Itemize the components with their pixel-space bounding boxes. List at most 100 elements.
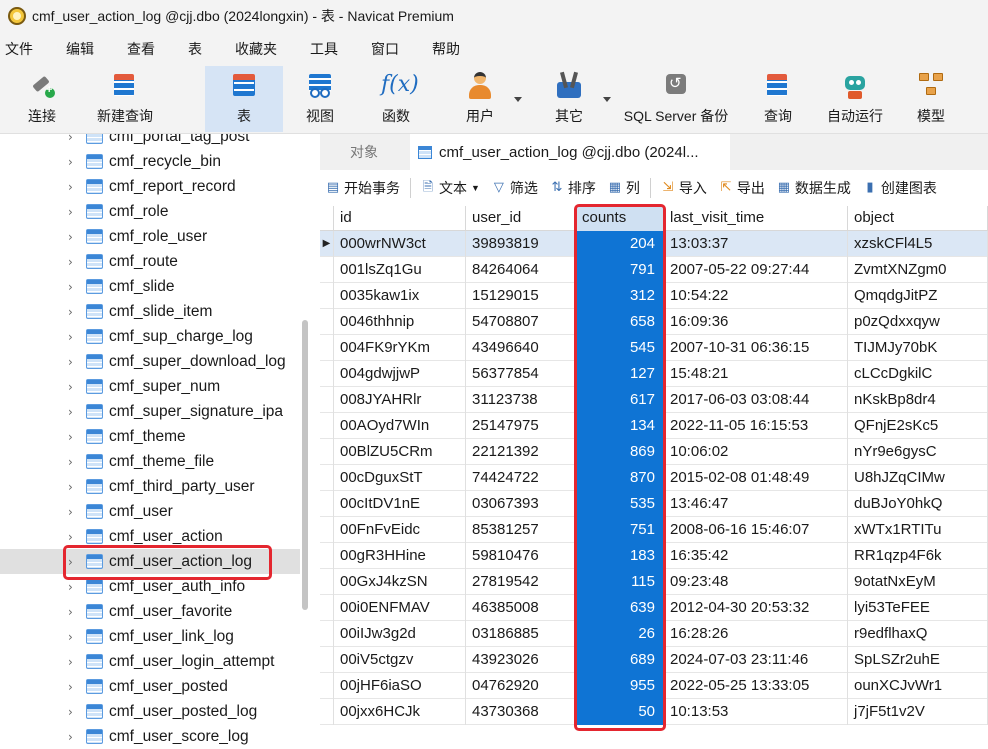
cell-last-visit-time[interactable]: 2007-05-22 09:27:44 — [664, 257, 848, 283]
chevron-right-icon[interactable]: › — [68, 455, 80, 469]
begin-transaction-button[interactable]: ▤ 开始事务 — [326, 178, 400, 198]
user-button[interactable]: 用户 — [452, 66, 508, 132]
other-button[interactable]: 其它 — [540, 66, 598, 132]
cell-object[interactable]: TIJMJy70bK — [848, 335, 988, 361]
cell-last-visit-time[interactable]: 13:03:37 — [664, 231, 848, 257]
tree-item[interactable]: › cmf_route — [0, 249, 300, 274]
cell-id[interactable]: 004FK9rYKm — [334, 335, 466, 361]
menu-view[interactable]: 查看 — [122, 39, 167, 59]
cell-user-id[interactable]: 85381257 — [466, 517, 576, 543]
cell-user-id[interactable]: 56377854 — [466, 361, 576, 387]
cell-user-id[interactable]: 39893819 — [466, 231, 576, 257]
tree-item[interactable]: › cmf_third_party_user — [0, 474, 300, 499]
sort-button[interactable]: ⇅ 排序 — [550, 178, 595, 198]
filter-button[interactable]: ▽ 筛选 — [492, 178, 538, 198]
chevron-right-icon[interactable]: › — [68, 480, 80, 494]
chevron-right-icon[interactable]: › — [68, 205, 80, 219]
cell-id[interactable]: 00iV5ctgzv — [334, 647, 466, 673]
cell-id[interactable]: 00cDguxStT — [334, 465, 466, 491]
cell-user-id[interactable]: 59810476 — [466, 543, 576, 569]
cell-user-id[interactable]: 43496640 — [466, 335, 576, 361]
cell-object[interactable]: lyi53TeFEE — [848, 595, 988, 621]
chevron-right-icon[interactable]: › — [68, 155, 80, 169]
chevron-right-icon[interactable]: › — [68, 230, 80, 244]
cell-id[interactable]: 004gdwjjwP — [334, 361, 466, 387]
cell-id[interactable]: 008JYAHRlr — [334, 387, 466, 413]
export-button[interactable]: ⇱ 导出 — [719, 178, 764, 198]
tree-item[interactable]: › cmf_role — [0, 199, 300, 224]
tree-item[interactable]: › cmf_super_signature_ipa — [0, 399, 300, 424]
cell-object[interactable]: cLCcDgkilC — [848, 361, 988, 387]
import-button[interactable]: ⇲ 导入 — [661, 178, 706, 198]
chevron-right-icon[interactable]: › — [68, 505, 80, 519]
cell-id[interactable]: 00jHF6iaSO — [334, 673, 466, 699]
chevron-right-icon[interactable]: › — [68, 680, 80, 694]
data-generation-button[interactable]: ▦ 数据生成 — [777, 178, 851, 198]
tree-item[interactable]: › cmf_role_user — [0, 224, 300, 249]
cell-user-id[interactable]: 84264064 — [466, 257, 576, 283]
cell-user-id[interactable]: 03067393 — [466, 491, 576, 517]
cell-id[interactable]: 00jxx6HCJk — [334, 699, 466, 725]
cell-last-visit-time[interactable]: 2024-07-03 23:11:46 — [664, 647, 848, 673]
tree-item[interactable]: › cmf_sup_charge_log — [0, 324, 300, 349]
column-header-last-visit-time[interactable]: last_visit_time — [664, 206, 848, 231]
cell-object[interactable]: xWTx1RTITu — [848, 517, 988, 543]
chevron-right-icon[interactable]: › — [68, 255, 80, 269]
menu-favorites[interactable]: 收藏夹 — [230, 39, 289, 59]
cell-last-visit-time[interactable]: 16:28:26 — [664, 621, 848, 647]
tree-item[interactable]: › cmf_user — [0, 499, 300, 524]
tree-item[interactable]: › cmf_user_score_log — [0, 724, 300, 749]
cell-user-id[interactable]: 04762920 — [466, 673, 576, 699]
menu-help[interactable]: 帮助 — [427, 39, 472, 59]
cell-last-visit-time[interactable]: 2012-04-30 20:53:32 — [664, 595, 848, 621]
cell-user-id[interactable]: 43730368 — [466, 699, 576, 725]
chevron-right-icon[interactable]: › — [68, 580, 80, 594]
cell-id[interactable]: 00cItDV1nE — [334, 491, 466, 517]
chevron-right-icon[interactable]: › — [68, 705, 80, 719]
chevron-right-icon[interactable]: › — [68, 655, 80, 669]
cell-object[interactable]: r9edflhaxQ — [848, 621, 988, 647]
cell-id[interactable]: 000wrNW3ct — [334, 231, 466, 257]
cell-id[interactable]: 00GxJ4kzSN — [334, 569, 466, 595]
tree-item[interactable]: › cmf_recycle_bin — [0, 149, 300, 174]
cell-object[interactable]: p0zQdxxqyw — [848, 309, 988, 335]
tree-item[interactable]: › cmf_user_login_attempt — [0, 649, 300, 674]
cell-id[interactable]: 0046thhnip — [334, 309, 466, 335]
chevron-right-icon[interactable]: › — [68, 730, 80, 744]
menu-file[interactable]: 文件 — [0, 39, 45, 59]
chevron-right-icon[interactable]: › — [68, 430, 80, 444]
table-button[interactable]: 表 — [205, 66, 283, 132]
cell-last-visit-time[interactable]: 2022-11-05 16:15:53 — [664, 413, 848, 439]
cell-last-visit-time[interactable]: 15:48:21 — [664, 361, 848, 387]
chevron-right-icon[interactable]: › — [68, 280, 80, 294]
cell-id[interactable]: 0035kaw1ix — [334, 283, 466, 309]
new-query-button[interactable]: 新建查询 — [90, 66, 160, 132]
cell-id[interactable]: 00iIJw3g2d — [334, 621, 466, 647]
chevron-right-icon[interactable]: › — [68, 305, 80, 319]
column-header-id[interactable]: id — [334, 206, 466, 231]
chevron-right-icon[interactable]: › — [68, 405, 80, 419]
tab-table-data[interactable]: cmf_user_action_log @cjj.dbo (2024l... — [410, 134, 730, 170]
tree-item[interactable]: › cmf_theme_file — [0, 449, 300, 474]
tree-item[interactable]: › cmf_super_num — [0, 374, 300, 399]
cell-id[interactable]: 001lsZq1Gu — [334, 257, 466, 283]
cell-object[interactable]: ounXCJvWr1 — [848, 673, 988, 699]
cell-object[interactable]: ZvmtXNZgm0 — [848, 257, 988, 283]
cell-user-id[interactable]: 22121392 — [466, 439, 576, 465]
cell-user-id[interactable]: 54708807 — [466, 309, 576, 335]
tree-item[interactable]: › cmf_slide — [0, 274, 300, 299]
text-button[interactable]: 🗎 文本 ▼ — [421, 178, 480, 198]
tree-item[interactable]: › cmf_user_posted_log — [0, 699, 300, 724]
cell-object[interactable]: QmqdgJitPZ — [848, 283, 988, 309]
tree-item[interactable]: › cmf_user_posted — [0, 674, 300, 699]
cell-id[interactable]: 00BlZU5CRm — [334, 439, 466, 465]
cell-user-id[interactable]: 15129015 — [466, 283, 576, 309]
cell-id[interactable]: 00i0ENFMAV — [334, 595, 466, 621]
tree-item[interactable]: › cmf_user_link_log — [0, 624, 300, 649]
cell-last-visit-time[interactable]: 2017-06-03 03:08:44 — [664, 387, 848, 413]
cell-last-visit-time[interactable]: 2008-06-16 15:46:07 — [664, 517, 848, 543]
cell-user-id[interactable]: 46385008 — [466, 595, 576, 621]
function-button[interactable]: f(x) 函数 — [368, 66, 424, 132]
cell-user-id[interactable]: 03186885 — [466, 621, 576, 647]
cell-object[interactable]: duBJoY0hkQ — [848, 491, 988, 517]
